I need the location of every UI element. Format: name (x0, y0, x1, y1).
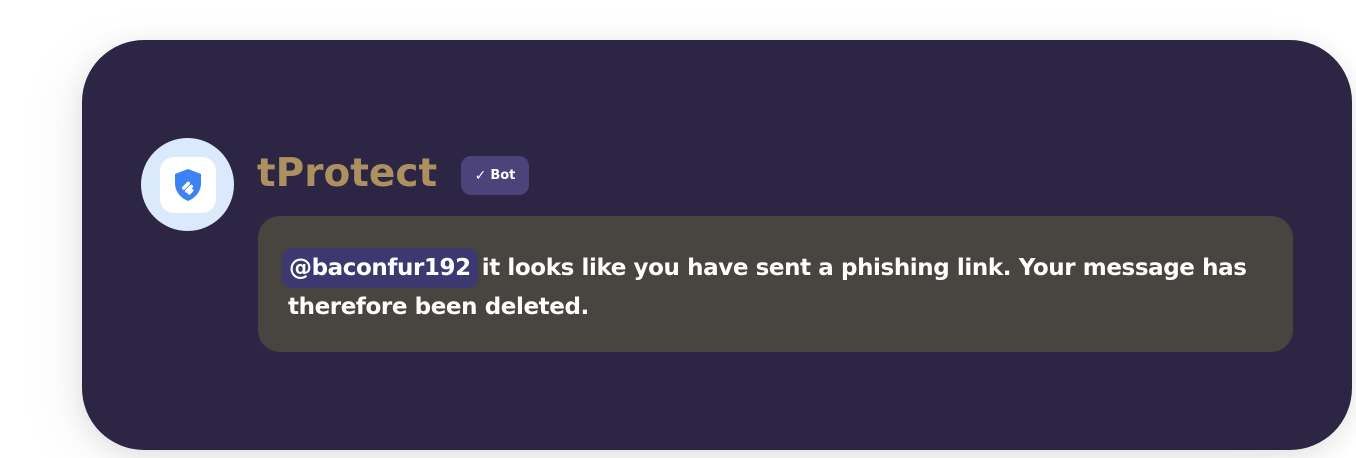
avatar-icon-container (159, 156, 216, 213)
message-text: @baconfur192 it looks like you have sent … (282, 248, 1278, 326)
bot-avatar[interactable] (141, 138, 234, 231)
checkmark-icon: ✓ (474, 167, 487, 184)
bot-username[interactable]: tProtect (257, 146, 437, 202)
bot-badge-label: Bot (490, 168, 516, 183)
shield-icon (174, 168, 201, 201)
bot-badge: ✓ Bot (461, 156, 529, 195)
user-mention[interactable]: @baconfur192 (282, 248, 478, 288)
